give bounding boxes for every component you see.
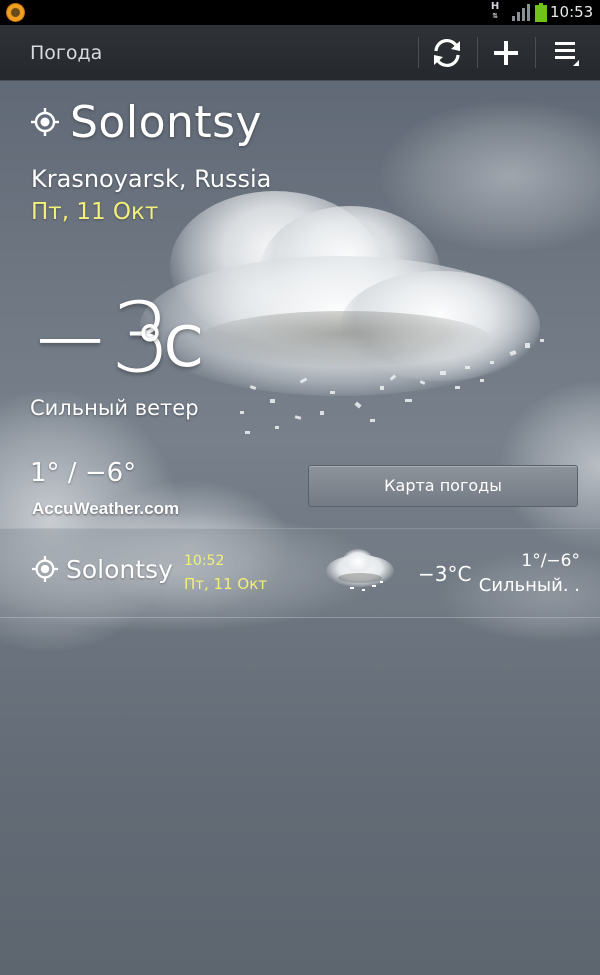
temperature-unit: °C	[136, 315, 204, 380]
list-high-low: 1°/−6°	[521, 551, 580, 571]
network-type-indicator: H ⇅	[490, 1, 500, 21]
list-temperature: −3°C	[418, 562, 472, 586]
divider	[535, 37, 536, 68]
city-name: Solontsy	[70, 97, 263, 148]
signal-icon	[512, 4, 532, 21]
cloud-snow-icon	[320, 547, 400, 599]
weather-condition: Сильный ветер	[30, 396, 199, 420]
list-local-time: 10:52	[184, 553, 225, 569]
refresh-button[interactable]	[419, 25, 475, 80]
high-low-temperature: 1° / −6°	[30, 458, 137, 488]
current-date: Пт, 11 Окт	[31, 199, 159, 225]
battery-icon	[535, 3, 547, 22]
accuweather-logo[interactable]: AccuWeather.com	[32, 499, 179, 519]
region-name: Krasnoyarsk, Russia	[31, 165, 272, 193]
plus-icon	[494, 40, 518, 65]
action-bar: Погода	[0, 25, 600, 81]
notification-icon	[6, 3, 25, 22]
status-time: 10:53	[550, 3, 594, 21]
menu-icon	[555, 41, 579, 66]
location-icon	[31, 108, 59, 136]
menu-button[interactable]	[538, 25, 594, 80]
location-icon	[32, 556, 58, 582]
refresh-icon	[434, 38, 460, 67]
city-list-item[interactable]: Solontsy 10:52 Пт, 11 Окт −3°C 1°/−6° Си…	[0, 528, 600, 618]
list-city-name: Solontsy	[66, 555, 173, 584]
app-title: Погода	[30, 42, 103, 64]
list-condition: Сильный. .	[478, 575, 580, 596]
list-date: Пт, 11 Окт	[184, 575, 268, 593]
status-bar: H ⇅ 10:53	[0, 0, 600, 25]
weather-map-button[interactable]: Карта погоды	[308, 465, 578, 507]
add-city-button[interactable]	[478, 25, 534, 80]
